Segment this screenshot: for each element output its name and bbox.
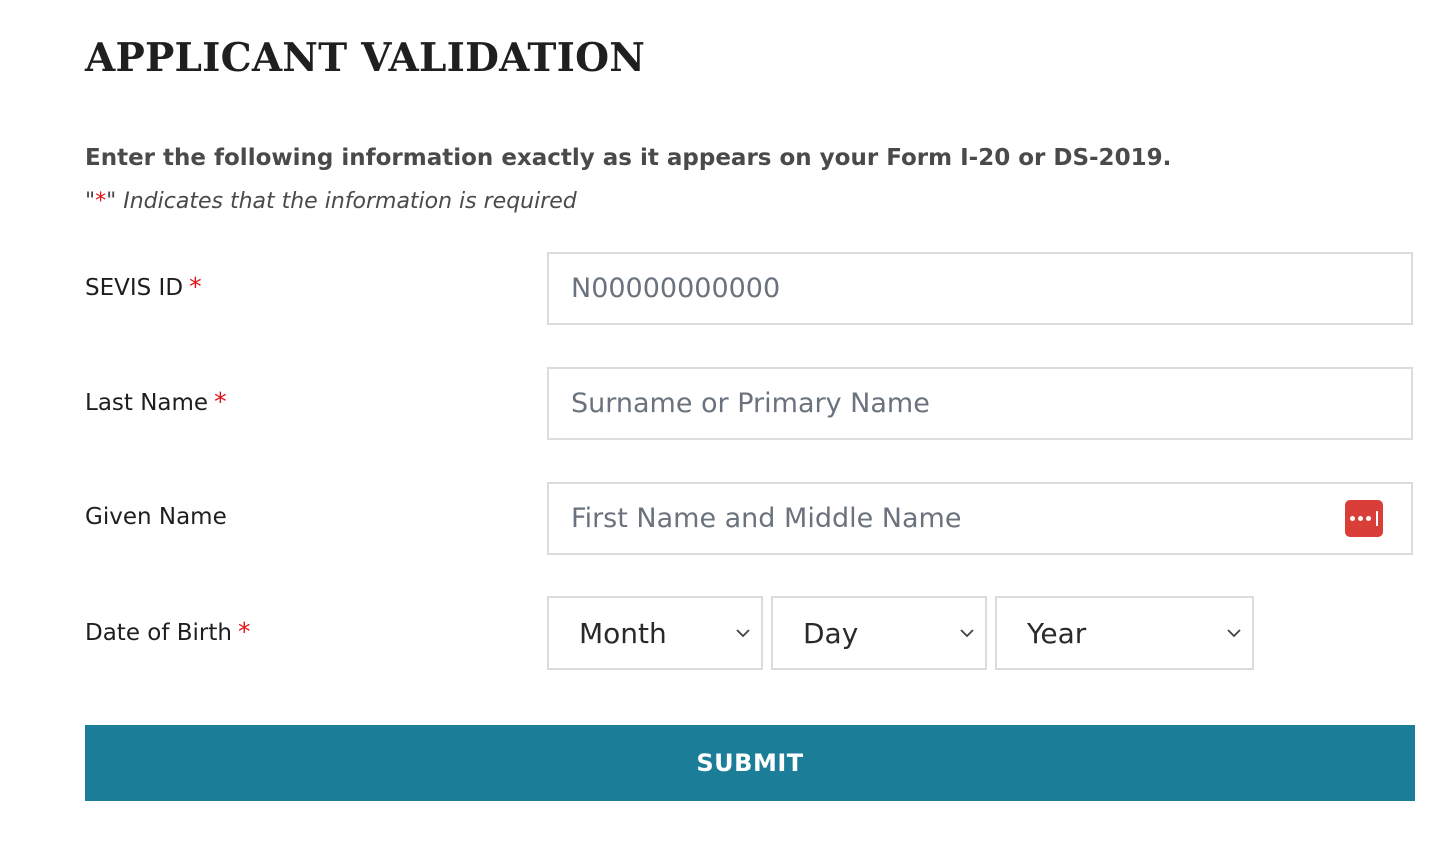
date-of-birth-label: Date of Birth * [85, 616, 250, 649]
sevis-id-required-star: * [189, 272, 202, 301]
last-name-label: Last Name * [85, 386, 227, 419]
birth-month-select[interactable]: Month [547, 596, 763, 670]
given-name-label: Given Name [85, 504, 227, 530]
chevron-down-icon [1227, 629, 1241, 638]
required-note-quote: " [85, 189, 96, 214]
submit-button[interactable]: SUBMIT [85, 725, 1415, 801]
given-name-input[interactable] [547, 482, 1413, 555]
date-of-birth-label-text: Date of Birth [85, 620, 232, 646]
last-name-label-text: Last Name [85, 390, 209, 416]
last-name-required-star: * [214, 387, 227, 416]
date-of-birth-required-star: * [237, 617, 251, 646]
page-title: APPLICANT VALIDATION [85, 35, 646, 81]
chevron-down-icon [736, 629, 750, 638]
sevis-id-label-text: SEVIS ID [85, 275, 184, 301]
birth-day-value: Day [803, 616, 859, 650]
birth-day-select[interactable]: Day [771, 596, 987, 670]
chevron-down-icon [960, 629, 974, 638]
birth-year-value: Year [1027, 616, 1087, 650]
required-note-star: * [95, 189, 107, 214]
last-name-input[interactable] [547, 367, 1413, 440]
password-manager-icon[interactable] [1345, 500, 1383, 537]
form-instructions: Enter the following information exactly … [85, 145, 1172, 171]
required-note: "*" Indicates that the information is re… [85, 186, 577, 218]
sevis-id-input[interactable] [547, 252, 1413, 325]
birth-year-select[interactable]: Year [995, 596, 1254, 670]
required-note-text: " Indicates that the information is requ… [106, 189, 577, 214]
birth-month-value: Month [579, 616, 667, 650]
sevis-id-label: SEVIS ID * [85, 271, 202, 304]
